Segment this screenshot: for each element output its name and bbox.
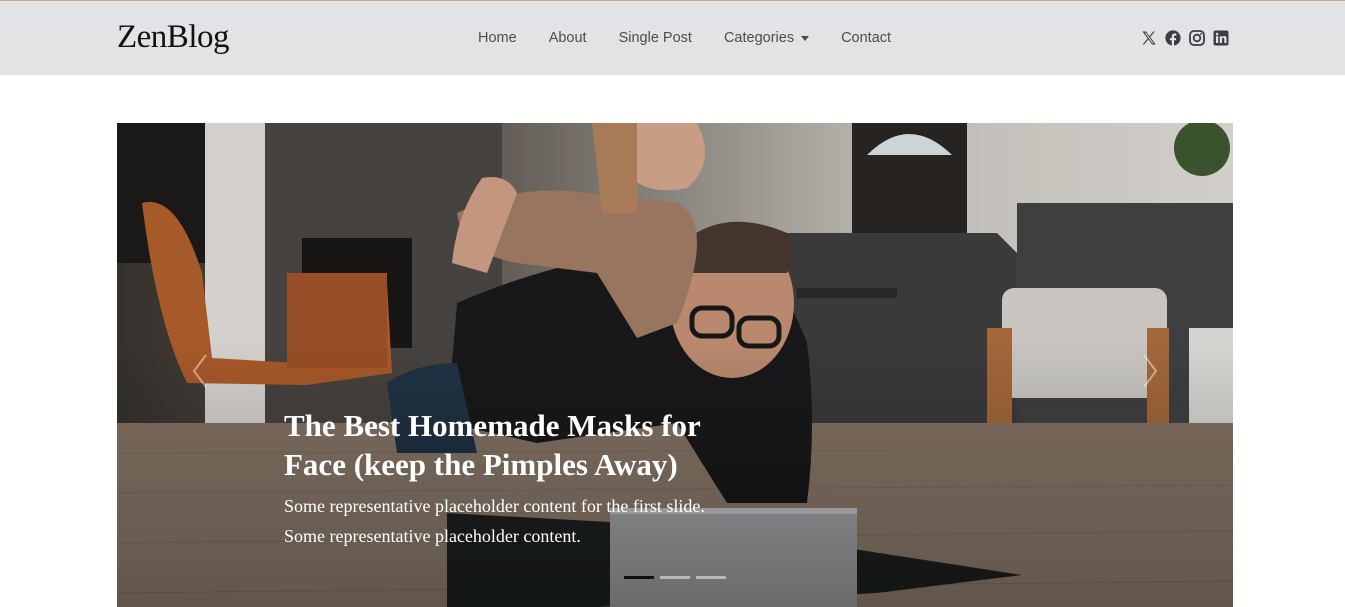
instagram-icon[interactable] (1189, 30, 1205, 46)
linkedin-icon[interactable] (1213, 30, 1229, 46)
caret-down-icon (801, 35, 810, 41)
nav-about[interactable]: About (549, 30, 587, 46)
nav-contact[interactable]: Contact (841, 30, 891, 46)
nav-categories-dropdown[interactable]: Categories (723, 30, 810, 46)
facebook-icon[interactable] (1165, 30, 1181, 46)
carousel-indicator-2[interactable] (660, 576, 690, 579)
nav-single-post[interactable]: Single Post (619, 30, 692, 46)
main-nav: Home About Single Post Categories Contac… (478, 1, 891, 75)
nav-home[interactable]: Home (478, 30, 517, 46)
site-logo[interactable]: ZenBlog (117, 19, 229, 56)
hero-carousel: The Best Homemade Masks for Face (keep t… (117, 123, 1233, 607)
carousel-next-icon[interactable] (1139, 351, 1161, 391)
carousel-indicators (624, 576, 726, 579)
slide-caption: The Best Homemade Masks for Face (keep t… (284, 406, 754, 551)
carousel-indicator-1[interactable] (624, 576, 654, 579)
slide-title[interactable]: The Best Homemade Masks for Face (keep t… (284, 406, 754, 484)
slide-description: Some representative placeholder content … (284, 496, 705, 546)
carousel-indicator-3[interactable] (696, 576, 726, 579)
carousel-prev-icon[interactable] (189, 351, 211, 391)
x-icon[interactable] (1141, 30, 1157, 46)
site-header: ZenBlog Home About Single Post Categorie… (0, 1, 1345, 75)
social-links (1141, 30, 1229, 46)
nav-categories-label: Categories (723, 30, 795, 46)
